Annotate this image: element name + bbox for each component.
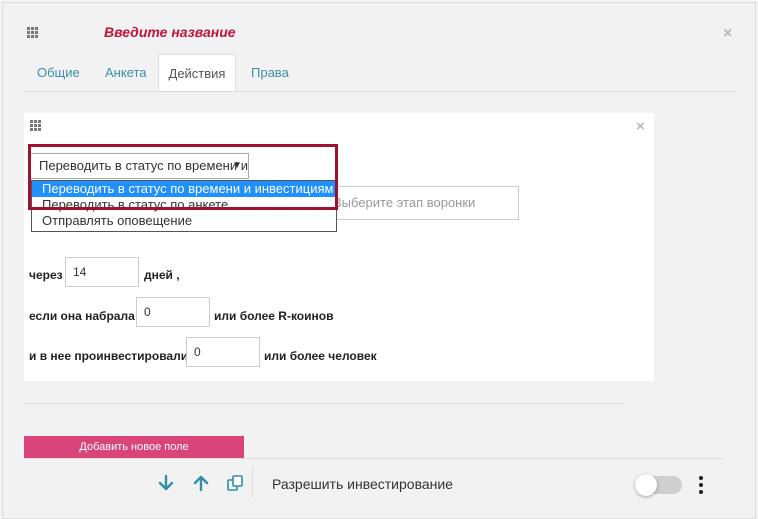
dropdown-option-survey[interactable]: Переводить в статус по анкете [32, 197, 336, 213]
copy-icon[interactable] [226, 474, 244, 492]
tab-actions[interactable]: Действия [158, 54, 236, 91]
days-input[interactable]: 14 [65, 257, 139, 287]
add-field-underline [24, 458, 724, 459]
investors-input[interactable]: 0 [186, 337, 260, 367]
after-days-prefix: через [29, 268, 63, 282]
dropdown-option-time-investments[interactable]: Переводить в статус по времени и инвести… [32, 181, 336, 197]
toggle-knob [635, 474, 657, 496]
action-type-select-value: Переводить в статус по времени и инвести… [39, 158, 248, 173]
toolbar-separator [252, 466, 253, 498]
chevron-down-icon: ▼ [232, 160, 242, 171]
dialog-title[interactable]: Введите название [104, 24, 236, 40]
investors-suffix: или более человек [264, 349, 377, 363]
card-drag-icon[interactable] [30, 120, 41, 131]
coins-prefix: если она набрала [29, 309, 135, 323]
arrow-down-icon[interactable] [157, 474, 175, 492]
dialog-close-icon[interactable]: × [723, 26, 732, 42]
add-field-button[interactable]: Добавить новое поле [24, 436, 244, 458]
action-type-dropdown: Переводить в статус по времени и инвести… [31, 180, 337, 232]
tab-bar: Общие Анкета Действия Права [24, 54, 736, 92]
tab-survey[interactable]: Анкета [105, 54, 147, 91]
tab-permissions[interactable]: Права [251, 54, 289, 91]
grid-drag-icon[interactable] [27, 27, 38, 38]
section-divider [24, 403, 624, 404]
more-options-icon[interactable] [698, 476, 704, 494]
coins-suffix: или более R-коинов [214, 309, 334, 323]
allow-investing-label: Разрешить инвестирование [272, 476, 453, 492]
funnel-stage-select[interactable]: Выберите этап воронки [329, 186, 519, 220]
dropdown-option-notification[interactable]: Отправлять оповещение [32, 213, 336, 229]
funnel-stage-placeholder: Выберите этап воронки [333, 195, 476, 210]
investors-prefix: и в нее проинвестировали [29, 349, 189, 363]
action-card: × Переводить в статус по времени и инвес… [24, 113, 654, 381]
arrow-up-icon[interactable] [192, 474, 210, 492]
coins-input[interactable]: 0 [136, 297, 210, 327]
after-days-suffix: дней , [144, 268, 180, 282]
card-close-icon[interactable]: × [636, 119, 645, 135]
action-type-select[interactable]: Переводить в статус по времени и инвести… [30, 153, 249, 179]
allow-investing-toggle[interactable] [635, 474, 682, 496]
tab-general[interactable]: Общие [37, 54, 80, 91]
